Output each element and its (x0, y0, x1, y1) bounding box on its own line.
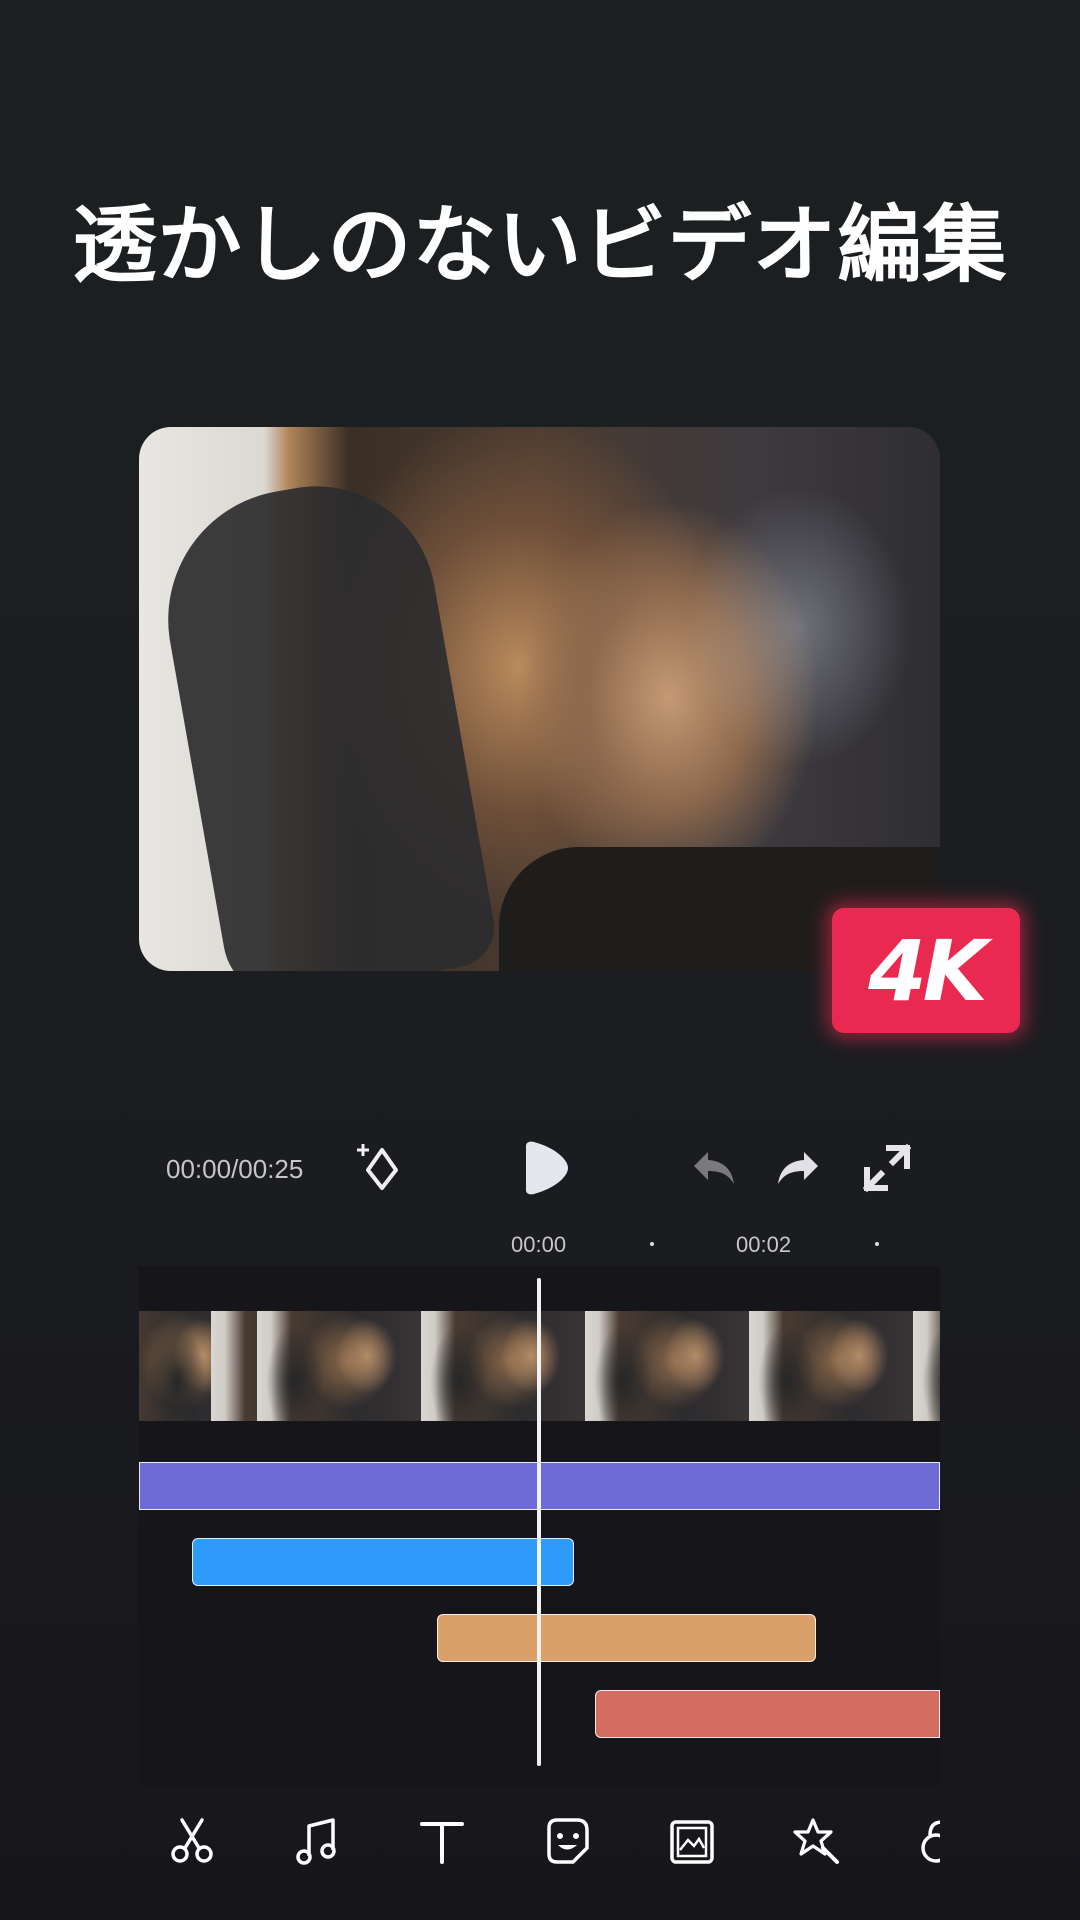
filter-icon[interactable] (912, 1814, 940, 1870)
filmstrip-frame (585, 1311, 749, 1421)
effects-icon[interactable] (789, 1814, 845, 1870)
undo-icon[interactable] (686, 1140, 742, 1196)
preview-subject-arm (147, 467, 501, 971)
headline: 透かしのないビデオ編集 (72, 196, 1008, 294)
4k-badge: 4K (832, 908, 1020, 1033)
image-icon[interactable] (664, 1814, 720, 1870)
playhead[interactable] (537, 1278, 541, 1766)
filmstrip-frame (913, 1311, 940, 1421)
sticker-icon[interactable] (539, 1814, 595, 1870)
music-icon[interactable] (289, 1814, 345, 1870)
text-icon[interactable] (414, 1814, 470, 1870)
text-track-clip[interactable] (437, 1614, 816, 1662)
filmstrip-frame (257, 1311, 421, 1421)
music-track-clip[interactable] (192, 1538, 574, 1586)
filmstrip-frame (421, 1311, 585, 1421)
ruler-label-1: 00:02 (736, 1232, 792, 1257)
fullscreen-icon[interactable] (859, 1140, 915, 1196)
ruler-label-0: 00:00 (511, 1232, 567, 1257)
cut-icon[interactable] (164, 1814, 220, 1870)
keyframe-add-icon[interactable] (354, 1140, 410, 1196)
filmstrip-frame (139, 1311, 303, 1421)
ruler-tick (875, 1242, 879, 1246)
filmstrip-frame (749, 1311, 913, 1421)
play-icon[interactable] (512, 1138, 572, 1198)
ruler-tick (650, 1242, 654, 1246)
video-preview[interactable] (139, 427, 940, 971)
redo-icon[interactable] (770, 1140, 826, 1196)
effect-track-clip[interactable] (595, 1690, 940, 1738)
time-readout: 00:00/00:25 (166, 1154, 304, 1184)
